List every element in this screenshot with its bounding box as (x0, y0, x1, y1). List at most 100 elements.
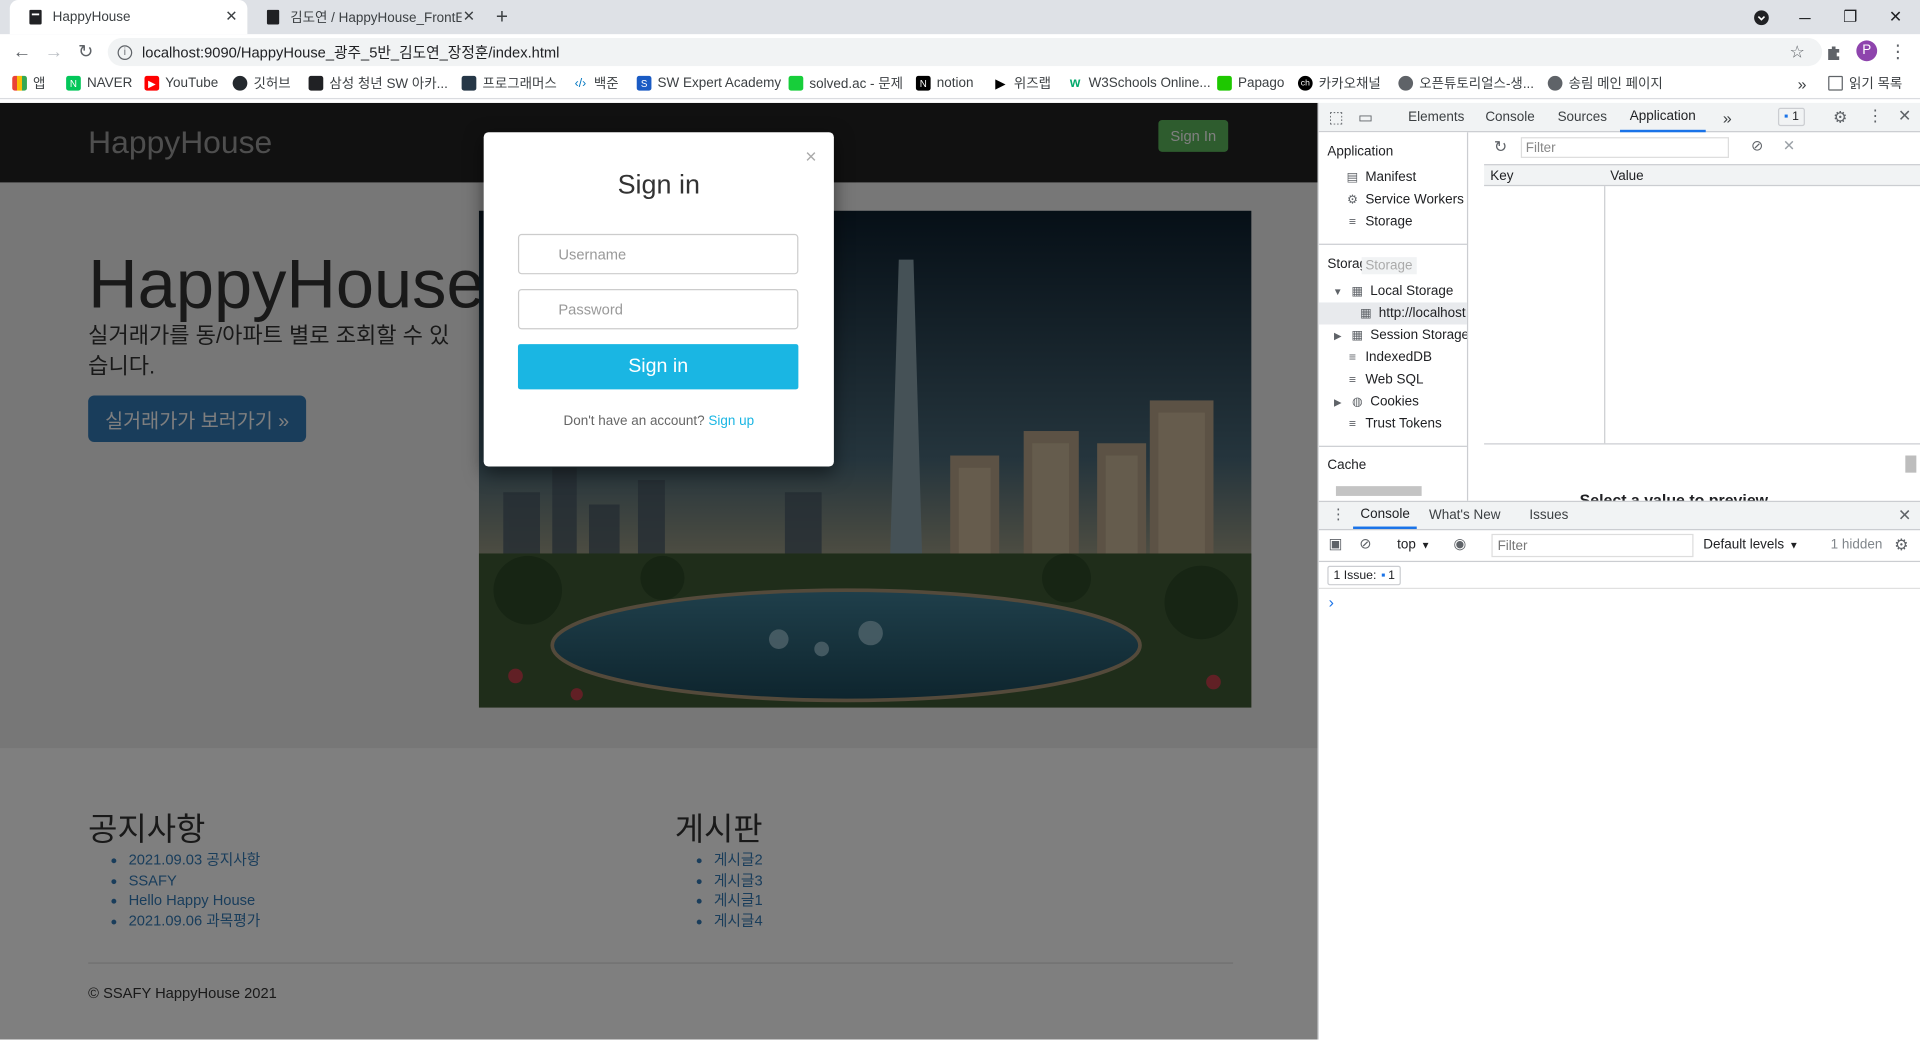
bookmark-youtube[interactable]: ▶ YouTube (144, 72, 218, 94)
console-settings-gear-icon[interactable]: ⚙ (1894, 535, 1908, 555)
sidebar-item-manifest[interactable]: ▤ Manifest (1346, 167, 1417, 189)
ssafy-icon (308, 75, 324, 91)
close-drawer-icon[interactable]: ✕ (1898, 506, 1911, 526)
page-viewport: HappyHouse Sign In HappyHouse 실거래가를 동/아파… (0, 102, 1318, 1040)
clear-all-icon[interactable]: ⊘ (1751, 137, 1763, 154)
sign-in-submit-button[interactable]: Sign in (517, 344, 799, 390)
minimize-icon[interactable]: ─ (1783, 0, 1827, 34)
bookmark-apps[interactable]: 앱 (12, 72, 45, 94)
close-icon[interactable]: × (805, 147, 816, 169)
sidebar-item-cookies[interactable]: ▶ ◍ Cookies (1331, 391, 1419, 413)
sidebar-item-localhost[interactable]: ▦ http://localhost (1318, 302, 1467, 325)
username-field[interactable]: Username (517, 233, 799, 275)
profile-menu-icon[interactable] (1739, 0, 1783, 34)
context-select[interactable]: top ▼ (1397, 538, 1430, 553)
table-icon: ▦ (1351, 284, 1364, 299)
bookmark-ssafy[interactable]: 삼성 청년 SW 아카... (308, 72, 448, 94)
kakao-channel-icon: ch (1297, 75, 1313, 91)
drawer-menu-icon[interactable]: ⋮ (1331, 506, 1346, 523)
papago-icon (1217, 75, 1232, 91)
device-toolbar-icon[interactable]: ▭ (1358, 108, 1373, 128)
drawer-tab-issues[interactable]: Issues (1529, 502, 1568, 529)
document-icon: ▤ (1346, 170, 1359, 185)
column-key[interactable]: Key (1490, 169, 1513, 184)
tab-sources[interactable]: Sources (1558, 103, 1607, 132)
new-tab-button[interactable]: + (496, 5, 508, 29)
more-bookmarks-icon[interactable]: » (1798, 72, 1807, 94)
close-window-icon[interactable]: ✕ (1873, 0, 1917, 34)
sidebar-item-local-storage[interactable]: ▼ ▦ Local Storage (1331, 280, 1453, 302)
horizontal-scrollbar[interactable] (1335, 486, 1422, 496)
tab-happyhouse[interactable]: HappyHouse ✕ (9, 0, 248, 35)
forward-icon[interactable]: → (39, 34, 68, 68)
drawer-tab-whats-new[interactable]: What's New (1429, 502, 1500, 529)
bookmark-programmers[interactable]: 프로그래머스 (461, 72, 557, 94)
modal-title: Sign in (617, 168, 700, 200)
sidebar-item-indexeddb[interactable]: ≡ IndexedDB (1346, 347, 1432, 369)
close-tab-icon[interactable]: ✕ (463, 7, 475, 24)
log-levels-select[interactable]: Default levels ▼ (1703, 538, 1798, 553)
close-tab-icon[interactable]: ✕ (225, 7, 237, 24)
bookmark-papago[interactable]: Papago (1217, 72, 1284, 94)
sign-up-link[interactable]: Sign up (708, 414, 754, 429)
bookmark-notion[interactable]: Nnotion (915, 72, 973, 94)
sidebar-toggle-icon[interactable]: ▣ (1329, 535, 1343, 552)
live-expression-eye-icon[interactable]: ◉ (1453, 535, 1466, 552)
reading-list[interactable]: 읽기 목록 (1828, 72, 1902, 94)
password-field[interactable]: Password (517, 288, 799, 330)
bookmark-songrim[interactable]: 송림 메인 페이지 (1547, 72, 1663, 94)
address-bar[interactable]: i localhost:9090/HappyHouse_광주_5반_김도연_장정… (107, 37, 1823, 67)
delete-selected-icon[interactable]: ✕ (1783, 137, 1795, 154)
bookmark-w3schools[interactable]: w W3Schools Online... (1068, 72, 1211, 94)
console-prompt[interactable]: › (1329, 593, 1334, 611)
sidebar-item-service-workers[interactable]: ⚙ Service Workers (1346, 189, 1464, 211)
drawer-tab-console[interactable]: Console (1353, 502, 1418, 529)
close-devtools-icon[interactable]: ✕ (1898, 107, 1911, 127)
bookmark-github[interactable]: 깃허브 (232, 72, 291, 94)
bookmark-opentutorials[interactable]: 오픈튜토리얼스-생... (1398, 72, 1534, 94)
column-divider (1604, 186, 1606, 444)
refresh-icon[interactable]: ↻ (1494, 137, 1507, 157)
sidebar-divider (1318, 243, 1467, 245)
gear-icon: ⚙ (1346, 192, 1358, 207)
avatar[interactable]: P (1856, 40, 1878, 62)
grid-scrollbar-thumb[interactable] (1905, 455, 1917, 473)
cookie-icon: ◍ (1352, 394, 1363, 409)
tab-console[interactable]: Console (1485, 103, 1534, 132)
tab-github[interactable]: 김도연 / HappyHouse_FrontEnd ✕ (247, 0, 485, 34)
triangle-right-icon: ▶ (1333, 330, 1342, 342)
tab-application[interactable]: Application (1620, 103, 1706, 133)
kebab-menu-icon[interactable]: ⋮ (1883, 34, 1912, 68)
sidebar-item-trust-tokens[interactable]: ≡ Trust Tokens (1346, 413, 1442, 435)
inspect-element-icon[interactable]: ⬚ (1329, 108, 1344, 128)
reading-list-icon (1828, 75, 1843, 91)
bookmark-kakao[interactable]: ch 카카오채널 (1297, 72, 1381, 94)
clear-console-icon[interactable]: ⊘ (1359, 535, 1371, 552)
sidebar-item-storage[interactable]: ≡ Storage (1346, 211, 1413, 233)
bookmark-solvedac[interactable]: solved.ac - 문제 (788, 72, 903, 94)
github-icon (232, 75, 248, 91)
column-value[interactable]: Value (1610, 169, 1643, 184)
bookmark-star-icon[interactable]: ☆ (1790, 42, 1805, 63)
settings-gear-icon[interactable]: ⚙ (1833, 108, 1847, 128)
more-tabs-icon[interactable]: » (1723, 103, 1732, 132)
bookmark-naver[interactable]: N NAVER (66, 72, 132, 94)
kebab-menu-icon[interactable]: ⋮ (1867, 107, 1883, 127)
sidebar-item-session-storage[interactable]: ▶ ▦ Session Storage (1331, 324, 1467, 346)
maximize-icon[interactable]: ❐ (1828, 0, 1872, 34)
back-icon[interactable]: ← (7, 34, 36, 68)
sidebar-item-websql[interactable]: ≡ Web SQL (1346, 369, 1424, 391)
reload-icon[interactable]: ↻ (71, 34, 100, 68)
bookmark-baekjoon[interactable]: ‹/› 백준 (573, 72, 619, 94)
tab-title: HappyHouse (52, 9, 131, 25)
bookmark-swea[interactable]: S SW Expert Academy (636, 72, 781, 94)
tab-elements[interactable]: Elements (1408, 103, 1464, 132)
console-filter-input[interactable]: Filter (1491, 533, 1694, 558)
hidden-count: 1 hidden (1830, 537, 1883, 553)
storage-filter-input[interactable]: Filter (1520, 137, 1729, 158)
bookmark-wizlab[interactable]: ▶ 위즈랩 (993, 72, 1051, 94)
database-icon: ≡ (1348, 214, 1357, 229)
issues-link[interactable]: 1 Issue: ▪ 1 (1327, 565, 1402, 586)
issues-badge[interactable]: ▪ 1 (1777, 107, 1806, 127)
extensions-icon[interactable] (1818, 34, 1847, 68)
